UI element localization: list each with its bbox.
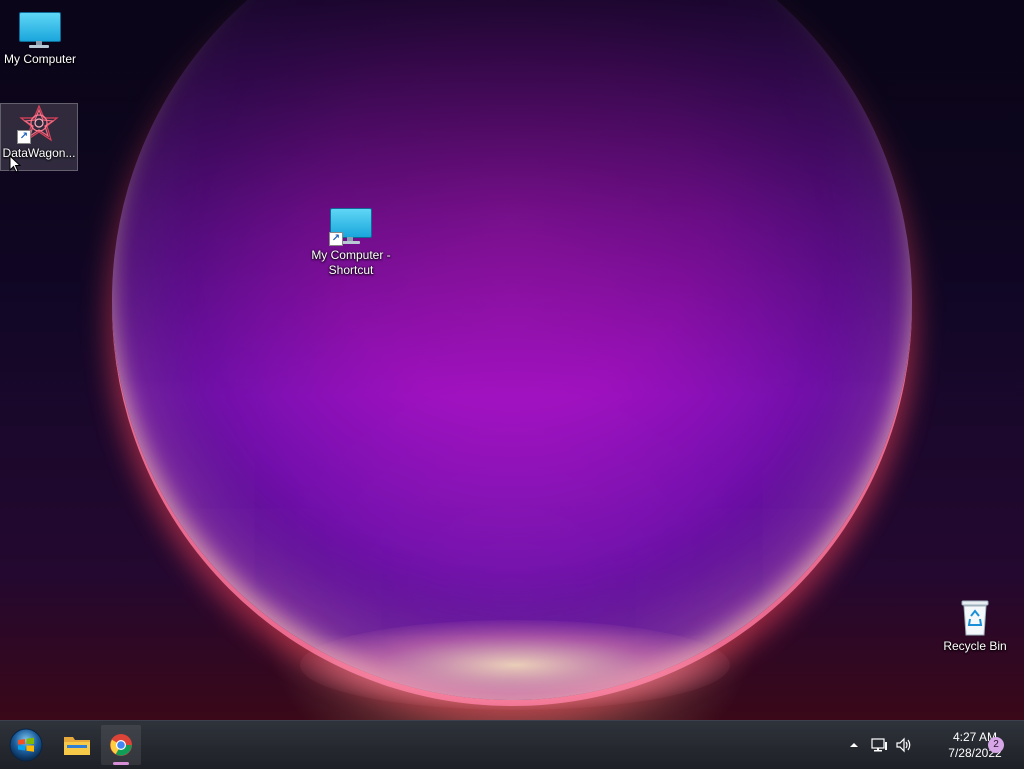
wallpaper-orb <box>112 0 912 700</box>
chrome-icon <box>110 734 132 756</box>
tray-network-button[interactable] <box>870 735 890 755</box>
desktop-icon-label: My Computer <box>3 52 77 66</box>
wallpaper-glow <box>300 620 730 710</box>
desktop-icon-my-computer-shortcut[interactable]: ↗ My Computer - Shortcut <box>311 206 391 278</box>
notification-count-badge[interactable]: 2 <box>988 737 1004 753</box>
taskbar: 4:27 AM 7/28/2022 2 <box>0 720 1024 769</box>
desktop-icon-label: Recycle Bin <box>943 639 1007 653</box>
mouse-cursor-icon <box>9 155 21 173</box>
desktop[interactable]: My Computer ↗ DataWagon... ↗ My Computer… <box>0 0 1024 720</box>
system-tray: 4:27 AM 7/28/2022 2 <box>824 721 1024 769</box>
start-button[interactable] <box>6 725 46 765</box>
windows-start-orb-icon <box>9 728 43 762</box>
shortcut-arrow-icon: ↗ <box>329 232 343 246</box>
monitor-icon: ↗ <box>329 206 373 246</box>
taskbar-file-explorer-button[interactable] <box>57 725 97 765</box>
tray-overflow-button[interactable] <box>844 735 864 755</box>
tray-volume-button[interactable] <box>894 735 914 755</box>
desktop-icon-recycle-bin[interactable]: Recycle Bin <box>935 597 1015 654</box>
desktop-icon-label: My Computer - Shortcut <box>311 248 391 277</box>
file-explorer-folder-icon <box>64 737 90 755</box>
datawagon-logo-icon: ↗ <box>17 104 61 144</box>
monitor-icon <box>18 10 62 50</box>
recycle-bin-icon <box>953 597 997 637</box>
desktop-icon-my-computer[interactable]: My Computer <box>0 10 80 67</box>
network-icon <box>871 738 887 752</box>
volume-icon <box>896 737 911 753</box>
taskbar-chrome-button[interactable] <box>101 725 141 765</box>
active-app-indicator <box>113 762 129 765</box>
shortcut-arrow-icon: ↗ <box>17 130 31 144</box>
chevron-up-icon <box>850 743 858 747</box>
